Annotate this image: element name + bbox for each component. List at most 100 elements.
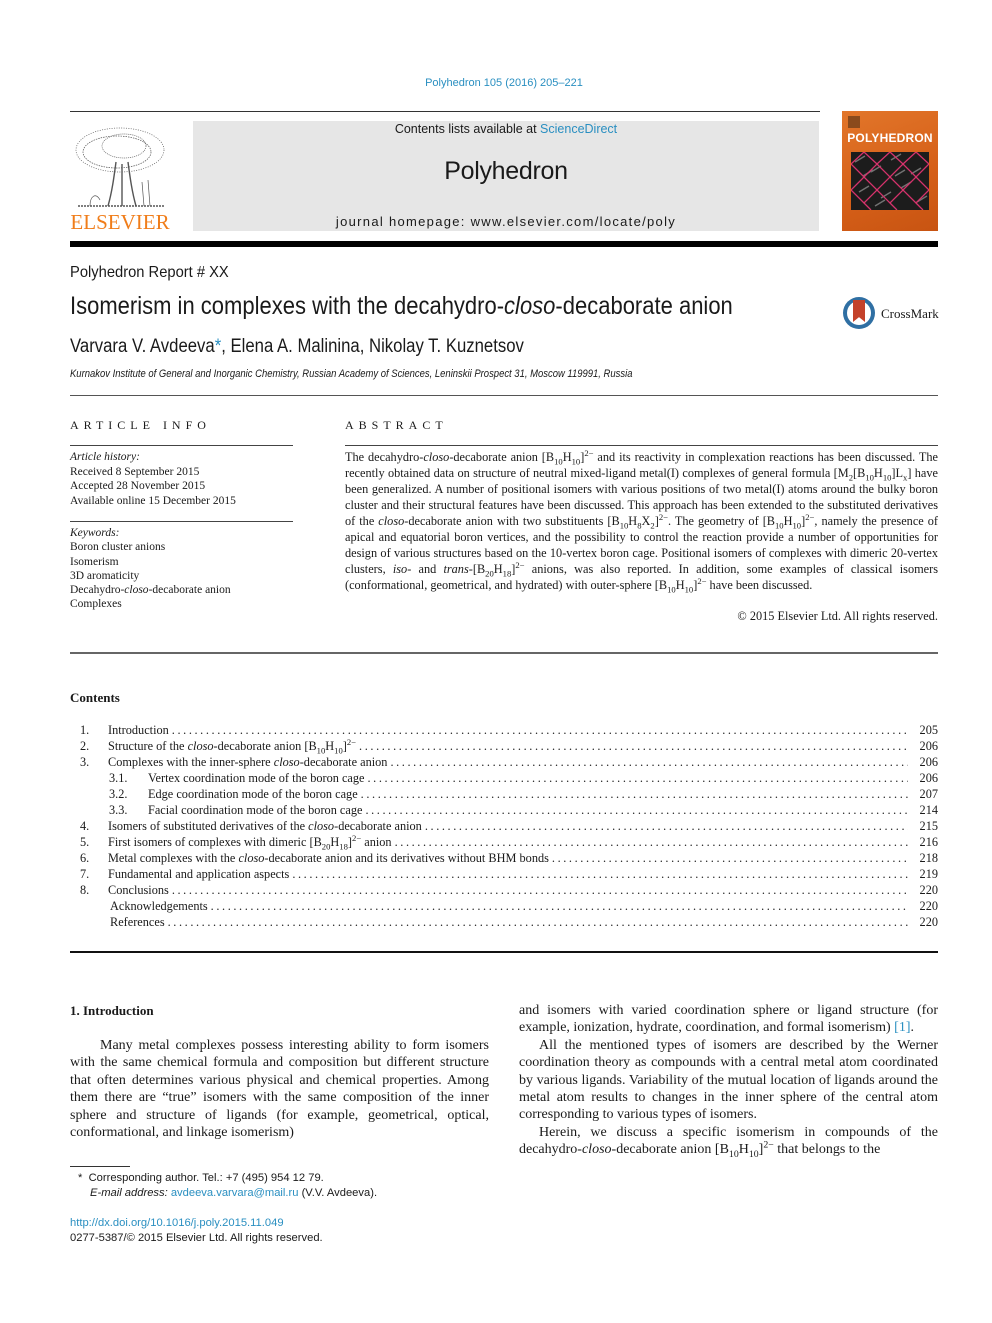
toc-leader-dots: ........................................… — [171, 723, 908, 737]
doi-block: http://dx.doi.org/10.1016/j.poly.2015.11… — [70, 1216, 323, 1246]
reference-link[interactable]: [1] — [894, 1020, 910, 1035]
toc-number: 3.2. — [109, 787, 128, 801]
divider — [70, 652, 938, 654]
article-title: Isomerism in complexes with the decahydr… — [70, 292, 733, 320]
toc-title[interactable]: Edge coordination mode of the boron cage — [148, 786, 361, 802]
toc-page-number: 218 — [908, 850, 938, 866]
toc-page-number: 220 — [908, 914, 938, 930]
keyword: Complexes — [70, 598, 122, 611]
toc-leader-dots: ........................................… — [292, 867, 908, 881]
toc-entry[interactable]: 2. Structure of the closo-decaborate anio… — [70, 738, 938, 755]
author-list: Varvara V. Avdeeva*, Elena A. Malinina, … — [70, 336, 524, 357]
toc-leader-dots: ........................................… — [551, 851, 908, 865]
report-label: Polyhedron Report # XX — [70, 264, 229, 281]
contents-available-line: Contents lists available at ScienceDirec… — [394, 122, 618, 136]
toc-entry[interactable]: 6. Metal complexes with the closo-decabor… — [70, 850, 938, 866]
toc-leader-dots: ........................................… — [359, 739, 908, 753]
toc-title[interactable]: Vertex coordination mode of the boron ca… — [148, 770, 368, 786]
crossmark-button[interactable]: CrossMark — [843, 297, 943, 333]
toc-number: 3.3. — [109, 803, 128, 817]
toc-title[interactable]: Isomers of substituted derivatives of th… — [108, 818, 425, 834]
crossmark-icon — [843, 297, 875, 329]
elsevier-tree-icon — [75, 127, 165, 207]
toc-entry[interactable]: 1. Introduction..........................… — [70, 722, 938, 738]
divider — [70, 111, 820, 112]
body-paragraph: All the mentioned types of isomers are d… — [519, 1037, 938, 1123]
toc-title[interactable]: References — [110, 914, 168, 930]
toc-entry[interactable]: 5. First isomers of complexes with dimeri… — [70, 834, 938, 851]
body-paragraph: Herein, we discuss a specific isomerism … — [519, 1124, 938, 1161]
toc-number: 2. — [80, 739, 90, 753]
toc-page-number: 206 — [908, 754, 938, 770]
toc-leader-dots: ........................................… — [390, 755, 908, 769]
history-received: Received 8 September 2015 — [70, 465, 200, 478]
section-heading: 1. Introduction — [70, 1003, 154, 1018]
toc-entry[interactable]: Acknowledgements........................… — [70, 898, 938, 914]
doi-link[interactable]: http://dx.doi.org/10.1016/j.poly.2015.11… — [70, 1217, 284, 1229]
sciencedirect-link[interactable]: ScienceDirect — [540, 122, 617, 136]
toc-title[interactable]: Introduction — [108, 722, 172, 738]
toc-entry[interactable]: 3.1. Vertex coordination mode of the boro… — [70, 770, 938, 786]
toc-number: 1. — [80, 723, 90, 737]
toc-entry[interactable]: References..............................… — [70, 914, 938, 930]
divider — [70, 951, 938, 953]
journal-masthead: Contents lists available at ScienceDirec… — [193, 121, 819, 231]
toc-entry[interactable]: 3.2. Edge coordination mode of the boron … — [70, 786, 938, 802]
toc-page-number: 215 — [908, 818, 938, 834]
toc-entry[interactable]: 3.3. Facial coordination mode of the boro… — [70, 802, 938, 818]
footnote-divider — [70, 1166, 130, 1167]
keywords: Keywords: Boron cluster anions Isomerism… — [70, 527, 231, 611]
keyword: 3D aromaticity — [70, 569, 140, 582]
toc-title[interactable]: Structure of the closo-decaborate anion … — [108, 738, 360, 755]
journal-cover-thumbnail[interactable]: POLYHEDRON — [842, 111, 938, 231]
crossmark-label: CrossMark — [881, 306, 939, 321]
cover-image — [851, 152, 929, 210]
toc-title[interactable]: Complexes with the inner-sphere closo-de… — [108, 754, 391, 770]
toc-number: 3.1. — [109, 771, 128, 785]
toc-entry[interactable]: 8. Conclusions...........................… — [70, 882, 938, 898]
keyword: Isomerism — [70, 555, 119, 568]
cover-title: POLYHEDRON — [847, 131, 933, 145]
journal-reference[interactable]: Polyhedron 105 (2016) 205–221 — [0, 77, 992, 89]
toc-number: 4. — [80, 819, 90, 833]
body-paragraph: and isomers with varied coordination sph… — [519, 1003, 938, 1036]
toc-leader-dots: ........................................… — [367, 771, 909, 785]
toc-title[interactable]: Conclusions — [108, 882, 172, 898]
toc-leader-dots: ........................................… — [394, 835, 908, 849]
toc-page-number: 220 — [908, 882, 938, 898]
divider — [345, 445, 938, 446]
body-paragraph: Many metal complexes possess interesting… — [70, 1038, 489, 1141]
toc-leader-dots: ........................................… — [210, 899, 908, 913]
email-link[interactable]: avdeeva.varvara@mail.ru — [171, 1187, 299, 1199]
elsevier-emblem-icon — [848, 116, 860, 128]
author-name[interactable]: Varvara V. Avdeeva — [70, 336, 215, 357]
toc-leader-dots: ........................................… — [171, 883, 908, 897]
toc-page-number: 220 — [908, 898, 938, 914]
body-column-right: and isomers with varied coordination sph… — [519, 1002, 938, 1159]
elsevier-wordmark: ELSEVIER — [70, 210, 170, 234]
toc-page-number: 205 — [908, 722, 938, 738]
journal-homepage-link[interactable]: journal homepage: www.elsevier.com/locat… — [193, 214, 819, 229]
issn-copyright: 0277-5387/© 2015 Elsevier Ltd. All right… — [70, 1232, 323, 1244]
toc-page-number: 206 — [908, 738, 938, 754]
affiliation: Kurnakov Institute of General and Inorga… — [70, 368, 633, 380]
footnote: * Corresponding author. Tel.: +7 (495) 9… — [78, 1172, 378, 1199]
abstract-copyright: © 2015 Elsevier Ltd. All rights reserved… — [737, 609, 938, 623]
toc-title[interactable]: Acknowledgements — [110, 898, 211, 914]
toc-entry[interactable]: 4. Isomers of substituted derivatives of … — [70, 818, 938, 834]
toc-page-number: 214 — [908, 802, 938, 818]
toc-title[interactable]: Fundamental and application aspects — [108, 866, 293, 882]
keyword: Decahydro-closo-decaborate anion — [70, 584, 231, 597]
toc-title[interactable]: First isomers of complexes with dimeric … — [108, 834, 395, 851]
toc-number: 7. — [80, 867, 90, 881]
toc-leader-dots: ........................................… — [360, 787, 908, 801]
toc-title[interactable]: Metal complexes with the closo-decaborat… — [108, 850, 552, 866]
toc-title[interactable]: Facial coordination mode of the boron ca… — [148, 802, 366, 818]
journal-title: Polyhedron — [444, 157, 568, 185]
toc-leader-dots: ........................................… — [365, 803, 908, 817]
toc-entry[interactable]: 3. Complexes with the inner-sphere closo-… — [70, 754, 938, 770]
toc-leader-dots: ........................................… — [424, 819, 908, 833]
toc-entry[interactable]: 7. Fundamental and application aspects...… — [70, 866, 938, 882]
toc-number: 6. — [80, 851, 90, 865]
cover-network-graphic — [851, 152, 929, 210]
